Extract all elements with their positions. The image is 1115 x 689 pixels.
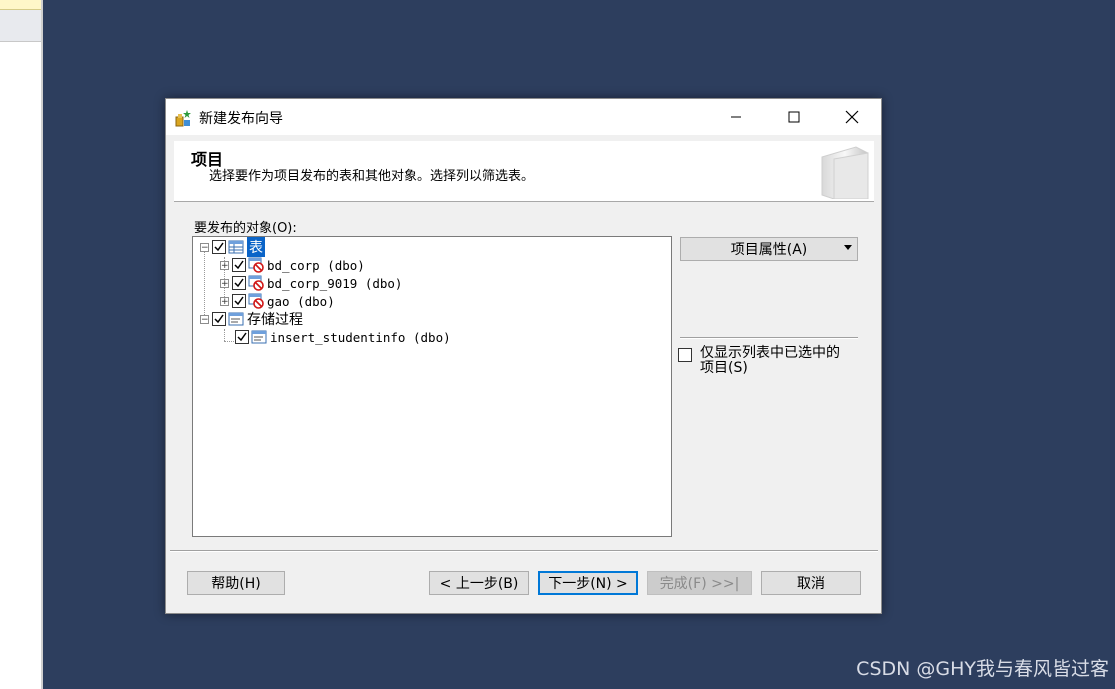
divider — [680, 337, 858, 339]
wizard-header: 项目 选择要作为项目发布的表和其他对象。选择列以筛选表。 — [174, 141, 874, 202]
cancel-button[interactable]: 取消 — [761, 571, 861, 595]
expand-toggle[interactable]: + — [220, 296, 229, 306]
dialog-titlebar[interactable]: 新建发布向导 — [166, 99, 881, 135]
maximize-button[interactable] — [765, 99, 823, 135]
checkmark-icon — [234, 260, 244, 270]
table-checkbox[interactable] — [232, 276, 246, 290]
collapse-toggle[interactable]: − — [200, 314, 209, 324]
close-icon — [845, 110, 859, 124]
expand-toggle[interactable]: + — [220, 278, 229, 288]
help-button[interactable]: 帮助(H) — [187, 571, 285, 595]
tree-node-stored-procedures[interactable]: − 存储过程 — [200, 310, 303, 328]
tree-node-label: bd_corp_9019 (dbo) — [267, 275, 403, 291]
procedures-checkbox[interactable] — [212, 312, 226, 326]
next-button[interactable]: 下一步(N) > — [538, 571, 638, 595]
tree-node-table[interactable]: + bd_corp_9019 (dbo) — [220, 274, 402, 292]
tree-node-table[interactable]: + bd_corp (dbo) — [220, 256, 365, 274]
checkmark-icon — [234, 278, 244, 288]
checkmark-icon — [237, 332, 247, 342]
minimize-button[interactable] — [707, 99, 765, 135]
dropdown-arrow-icon — [844, 245, 852, 250]
tree-connector — [224, 329, 225, 341]
checkmark-icon — [214, 242, 224, 252]
table-no-key-icon — [248, 257, 264, 273]
tables-checkbox[interactable] — [212, 240, 226, 254]
book-watermark-icon — [821, 146, 869, 199]
checkmark-icon — [214, 314, 224, 324]
tree-node-label: 存储过程 — [247, 312, 303, 328]
table-no-key-icon — [248, 275, 264, 291]
table-checkbox[interactable] — [232, 258, 246, 272]
tree-node-tables[interactable]: − 表 — [200, 237, 265, 257]
show-checked-label-line2: 项目(S) — [700, 360, 748, 376]
show-checked-only-option[interactable]: 仅显示列表中已选中的 项目(S) — [678, 346, 858, 376]
expand-toggle[interactable]: + — [220, 260, 229, 270]
collapse-toggle[interactable]: − — [200, 242, 209, 252]
show-checked-label-line1: 仅显示列表中已选中的 — [700, 345, 840, 361]
tree-connector — [224, 341, 234, 342]
back-button[interactable]: < 上一步(B) — [429, 571, 529, 595]
table-no-key-icon — [248, 293, 264, 309]
item-properties-dropdown[interactable]: 项目属性(A) — [680, 237, 858, 261]
procedure-checkbox[interactable] — [235, 330, 249, 344]
page-description: 选择要作为项目发布的表和其他对象。选择列以筛选表。 — [209, 169, 535, 184]
watermark-text: CSDN @GHY我与春风皆过客 — [856, 658, 1109, 680]
new-publication-wizard-dialog: 新建发布向导 项目 选择要作为项目发布的表和其他对象。选择列以筛选表。 要发布的… — [165, 98, 882, 614]
stored-procedure-icon — [251, 330, 267, 344]
tree-node-label: bd_corp (dbo) — [267, 257, 365, 273]
finish-button: 完成(F) >>| — [647, 571, 752, 595]
publication-wizard-icon — [175, 110, 191, 127]
tree-node-label: 表 — [247, 237, 265, 257]
table-checkbox[interactable] — [232, 294, 246, 308]
dialog-title: 新建发布向导 — [199, 111, 283, 127]
procedure-folder-icon — [228, 312, 244, 326]
tree-node-table[interactable]: + gao (dbo) — [220, 292, 335, 310]
background-toolbar-strip — [0, 10, 41, 42]
table-folder-icon — [228, 240, 244, 254]
show-checked-only-checkbox[interactable] — [678, 348, 692, 362]
checkmark-icon — [234, 296, 244, 306]
tree-node-label: insert_studentinfo (dbo) — [270, 329, 451, 345]
item-properties-label: 项目属性(A) — [730, 242, 808, 258]
tree-node-procedure[interactable]: insert_studentinfo (dbo) — [235, 328, 451, 346]
minimize-icon — [731, 116, 741, 118]
maximize-icon — [788, 111, 800, 123]
tree-connector — [204, 251, 205, 319]
background-app-strip — [0, 0, 43, 689]
tree-node-label: gao (dbo) — [267, 293, 335, 309]
background-tab-highlight — [0, 0, 41, 10]
objects-tree[interactable]: − 表 + bd_corp (dbo) + bd_corp_9019 (dbo)… — [192, 236, 672, 537]
close-button[interactable] — [823, 99, 881, 135]
footer-divider — [170, 550, 878, 552]
objects-to-publish-label: 要发布的对象(O): — [194, 221, 297, 236]
show-checked-only-label: 仅显示列表中已选中的 项目(S) — [700, 346, 840, 376]
